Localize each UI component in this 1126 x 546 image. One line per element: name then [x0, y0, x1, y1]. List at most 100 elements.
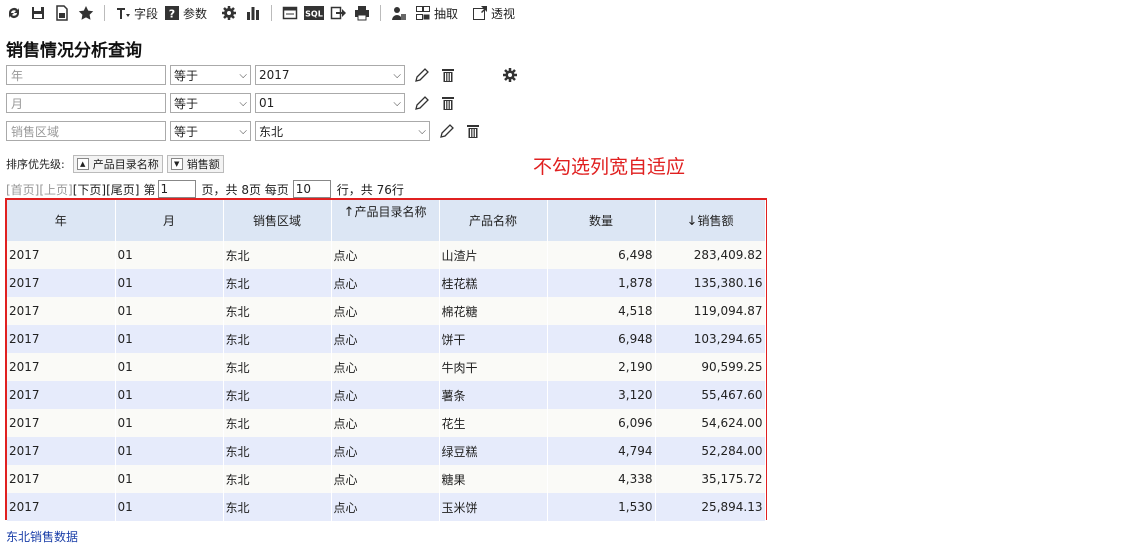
- table-cell: 点心: [331, 241, 440, 269]
- filter-field-input[interactable]: 年: [6, 65, 166, 85]
- extract-label: 抽取: [434, 6, 459, 21]
- table-cell: 山渣片: [439, 241, 548, 269]
- table-row[interactable]: 2017 01 东北 点心 玉米饼 1,530 25,894.13: [7, 493, 766, 521]
- table-cell: 283,409.82: [655, 241, 766, 269]
- table-row[interactable]: 2017 01 东北 点心 棉花糖 4,518 119,094.87: [7, 297, 766, 325]
- filter-settings-gear-icon[interactable]: [501, 66, 519, 84]
- filter-value: 2017: [259, 68, 290, 82]
- gear-icon[interactable]: [219, 3, 239, 23]
- sort-chip-sales[interactable]: ▼ 销售额: [166, 155, 224, 173]
- table-cell: 点心: [331, 409, 440, 437]
- delete-trash-icon[interactable]: [464, 122, 482, 140]
- table-row[interactable]: 2017 01 东北 点心 桂花糕 1,878 135,380.16: [7, 269, 766, 297]
- operator-select[interactable]: 等于 ⌵: [170, 65, 251, 85]
- table-row[interactable]: 2017 01 东北 点心 薯条 3,120 55,467.60: [7, 381, 766, 409]
- table-cell: 01: [115, 325, 224, 353]
- edit-pencil-icon[interactable]: [413, 94, 431, 112]
- table-cell: 2017: [7, 465, 116, 493]
- table-cell: 2017: [7, 381, 116, 409]
- column-header[interactable]: 产品名称: [439, 200, 548, 241]
- table-cell: 55,467.60: [655, 381, 766, 409]
- delete-trash-icon[interactable]: [439, 94, 457, 112]
- value-select[interactable]: 东北 ⌵: [255, 121, 430, 141]
- sql-icon[interactable]: SQL: [304, 3, 325, 23]
- table-cell: 饼干: [439, 325, 548, 353]
- table-icon[interactable]: [280, 3, 300, 23]
- page-number-input[interactable]: 1: [157, 180, 196, 198]
- user-permission-icon[interactable]: [389, 3, 409, 23]
- edit-pencil-icon[interactable]: [413, 66, 431, 84]
- sql-label: SQL: [305, 10, 323, 19]
- table-cell: 119,094.87: [655, 297, 766, 325]
- pager: [首页] [上页] [下页] [尾页] 第 1 页，共 8页 每页 10 行，共…: [6, 180, 404, 198]
- table-cell: 点心: [331, 381, 440, 409]
- delete-trash-icon[interactable]: [439, 66, 457, 84]
- export-icon[interactable]: [328, 3, 348, 23]
- column-header[interactable]: 月: [115, 200, 224, 241]
- table-cell: 东北: [223, 493, 332, 521]
- table-cell: 6,948: [547, 325, 656, 353]
- pivot-button[interactable]: 透视: [472, 3, 515, 23]
- table-row[interactable]: 2017 01 东北 点心 山渣片 6,498 283,409.82: [7, 241, 766, 269]
- column-header[interactable]: ↓销售额: [655, 200, 766, 241]
- column-header[interactable]: 销售区域: [223, 200, 332, 241]
- value-select[interactable]: 01 ⌵: [255, 93, 405, 113]
- table-cell: 135,380.16: [655, 269, 766, 297]
- table-cell: 01: [115, 297, 224, 325]
- table-row[interactable]: 2017 01 东北 点心 糖果 4,338 35,175.72: [7, 465, 766, 493]
- edit-pencil-icon[interactable]: [438, 122, 456, 140]
- operator-value: 等于: [174, 124, 199, 139]
- bar-chart-icon[interactable]: [243, 3, 263, 23]
- table-cell: 点心: [331, 325, 440, 353]
- table-cell: 2017: [7, 493, 116, 521]
- extract-icon: [416, 6, 431, 20]
- save-as-icon[interactable]: [52, 3, 72, 23]
- column-header-label: 产品目录名称: [354, 205, 427, 219]
- table-row[interactable]: 2017 01 东北 点心 花生 6,096 54,624.00: [7, 409, 766, 437]
- table-cell: 东北: [223, 381, 332, 409]
- prev-page-link[interactable]: [上页]: [39, 181, 72, 198]
- table-row[interactable]: 2017 01 东北 点心 牛肉干 2,190 90,599.25: [7, 353, 766, 381]
- footer-link[interactable]: 东北销售数据: [6, 528, 78, 545]
- param-label: 参数: [183, 6, 208, 21]
- toolbar-separator: [271, 5, 273, 21]
- table-row[interactable]: 2017 01 东北 点心 饼干 6,948 103,294.65: [7, 325, 766, 353]
- table-body: 2017 01 东北 点心 山渣片 6,498 283,409.82 2017 01 东北 点心 桂花…: [7, 241, 766, 521]
- column-header-label: 数量: [588, 214, 613, 228]
- chevron-down-icon: ⌵: [239, 125, 247, 137]
- table-cell: 01: [115, 409, 224, 437]
- filter-field-input[interactable]: 销售区域: [6, 121, 166, 141]
- table-cell: 3,120: [547, 381, 656, 409]
- extract-button[interactable]: 抽取: [415, 3, 458, 23]
- table-row[interactable]: 2017 01 东北 点心 绿豆糕 4,794 52,284.00: [7, 437, 766, 465]
- param-button[interactable]: ? 参数: [164, 3, 207, 23]
- next-page-link[interactable]: [下页]: [73, 181, 106, 198]
- rows-per-page-input[interactable]: 10: [292, 180, 331, 198]
- sort-asc-arrow-icon: ↑: [343, 205, 355, 220]
- operator-select[interactable]: 等于 ⌵: [170, 121, 251, 141]
- sort-chip-category[interactable]: ▲ 产品目录名称: [72, 155, 163, 173]
- column-header[interactable]: 年: [7, 200, 116, 241]
- field-button[interactable]: 字段: [115, 3, 158, 23]
- last-page-link[interactable]: [尾页]: [106, 181, 139, 198]
- first-page-link[interactable]: [首页]: [6, 181, 39, 198]
- column-header[interactable]: ↑产品目录名称: [331, 200, 440, 241]
- column-header-label: 产品名称: [468, 214, 517, 228]
- table-cell: 01: [115, 353, 224, 381]
- save-icon[interactable]: [28, 3, 48, 23]
- refresh-icon[interactable]: [4, 3, 24, 23]
- column-header[interactable]: 数量: [547, 200, 656, 241]
- print-icon[interactable]: [352, 3, 372, 23]
- value-select[interactable]: 2017 ⌵: [255, 65, 405, 85]
- operator-select[interactable]: 等于 ⌵: [170, 93, 251, 113]
- page-prefix: 第: [143, 182, 156, 197]
- toolbar-separator: [104, 5, 105, 21]
- favorite-star-icon[interactable]: [76, 3, 96, 23]
- table-cell: 01: [115, 241, 224, 269]
- table-cell: 01: [115, 465, 224, 493]
- sort-priority-bar: 排序优先级: ▲ 产品目录名称 ▼ 销售额: [6, 155, 224, 173]
- column-header-label: 销售额: [697, 214, 734, 228]
- filter-field-input[interactable]: 月: [6, 93, 166, 113]
- table-cell: 01: [115, 493, 224, 521]
- table-cell: 桂花糕: [439, 269, 548, 297]
